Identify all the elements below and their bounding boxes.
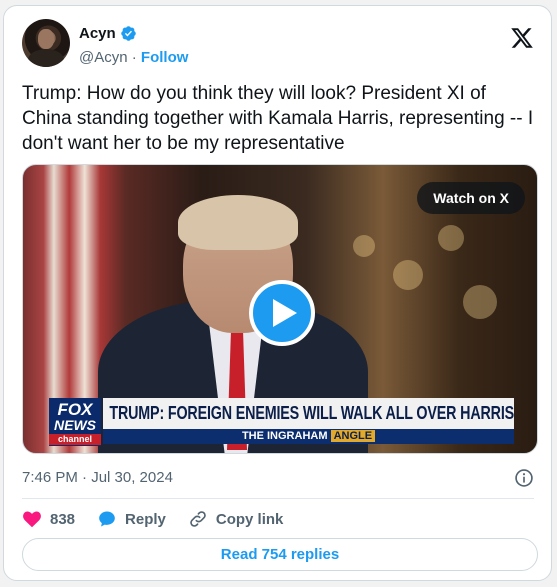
info-icon[interactable] [514,468,534,488]
fox-logo-line3: channel [49,434,101,445]
copy-link-label: Copy link [215,510,284,528]
watch-on-x-button[interactable]: Watch on X [417,182,525,214]
divider [22,498,534,499]
fox-logo-line2: NEWS [54,417,96,433]
show-name-suffix: ANGLE [330,430,376,442]
background-light [463,285,497,319]
avatar[interactable] [22,19,70,67]
show-name-prefix: THE INGRAHAM [241,430,328,442]
reply-label: Reply [125,510,166,528]
author-name-row: Acyn [79,25,137,42]
tweet-timestamp[interactable]: 7:46 PM · Jul 30, 2024 [22,469,173,486]
news-chyron: FOX NEWS channel TRUMP: FOREIGN ENEMIES … [49,398,514,446]
author-handle-row: @Acyn · Follow [79,49,188,66]
fox-news-logo: FOX NEWS channel [49,398,101,446]
tweet-card: Acyn @Acyn · Follow Trump: How do you th… [3,5,552,581]
action-bar: 838 Reply Copy link [22,509,305,529]
like-button[interactable]: 838 [22,509,75,529]
video-person-hair [178,195,298,250]
avatar-face [38,29,54,49]
verified-badge-icon [120,26,136,41]
video-player[interactable]: Watch on X FOX NEWS channel TRUMP: FOREI… [22,164,538,454]
tweet-text: Trump: How do you think they will look? … [22,83,534,154]
play-button[interactable] [249,280,315,346]
background-light [353,235,375,257]
read-replies-button[interactable]: Read 754 replies [22,538,538,571]
heart-icon [23,511,41,528]
chyron-headline: TRUMP: FOREIGN ENEMIES WILL WALK ALL OVE… [103,398,514,429]
play-icon [272,299,297,327]
author-handle[interactable]: @Acyn [79,49,128,66]
background-light [438,225,464,251]
x-logo-icon[interactable] [510,26,534,50]
reply-bubble-icon [99,511,115,527]
copy-link-button[interactable]: Copy link [188,509,284,529]
reply-button[interactable]: Reply [97,509,166,529]
handle-separator: · [131,49,137,66]
background-light [393,260,423,290]
follow-button[interactable]: Follow [141,49,189,66]
avatar-body [28,49,64,67]
author-display-name[interactable]: Acyn [79,25,116,42]
link-icon [190,511,206,527]
like-count: 838 [50,510,76,528]
chyron-show-name: THE INGRAHAM ANGLE [103,429,514,444]
fox-logo-line1: FOX [57,400,93,419]
